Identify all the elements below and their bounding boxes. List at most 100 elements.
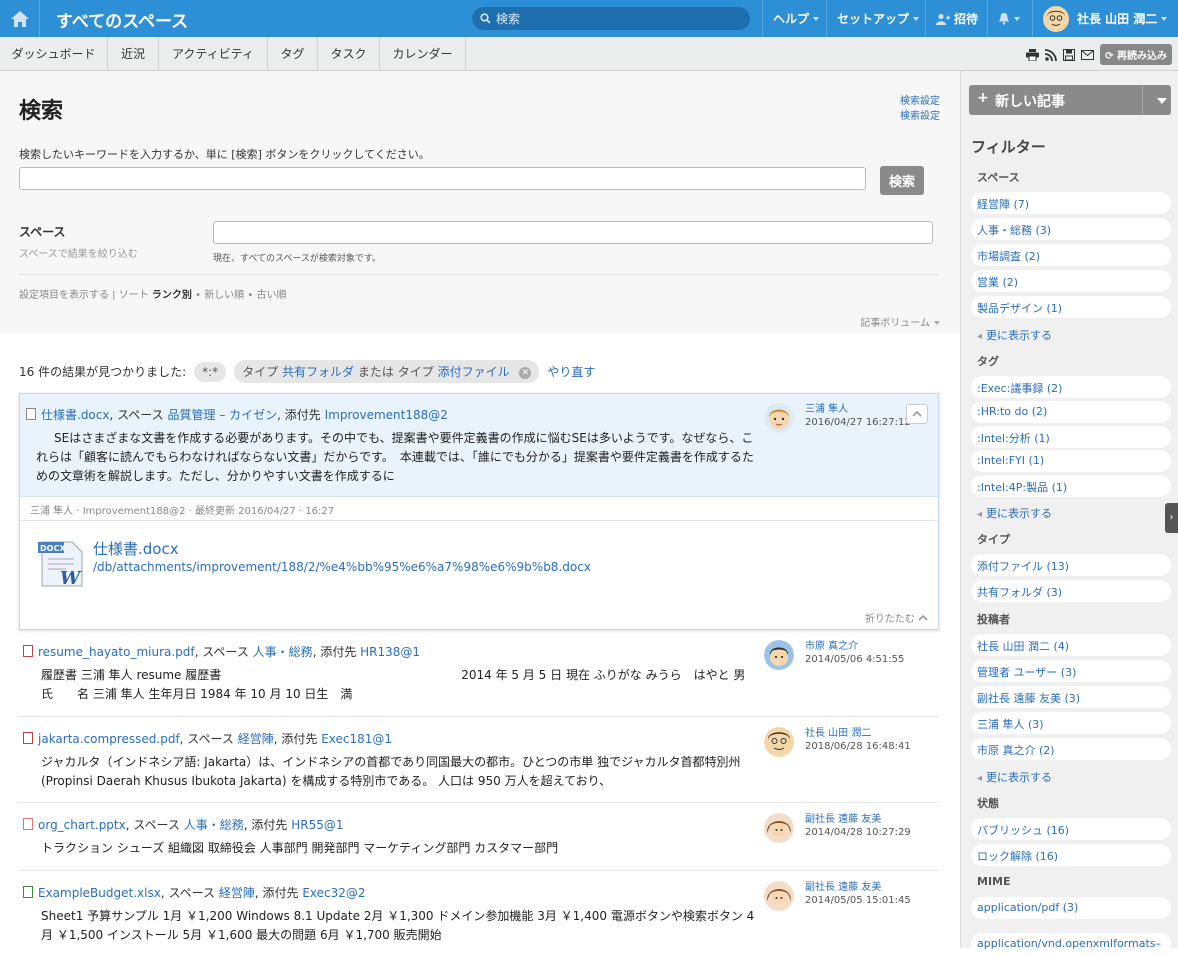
space-title[interactable]: すべてのスペース [56, 7, 188, 32]
close-icon[interactable]: ✕ [519, 366, 532, 379]
filter-item[interactable]: 添付ファイル (13) [971, 554, 1171, 576]
setup-label: セットアップ [837, 12, 910, 26]
filter-section-poster: 投稿者 [977, 613, 1010, 626]
author-link[interactable]: 三浦 隼人 [805, 404, 848, 415]
target-link[interactable]: HR138@1 [360, 645, 420, 659]
filter-item[interactable]: 共有フォルダ (3) [971, 580, 1171, 602]
new-post-button[interactable]: + 新しい記事 [969, 85, 1171, 115]
filter-item[interactable]: 三浦 隼人 (3) [971, 712, 1171, 734]
collapse-button[interactable] [906, 404, 928, 424]
mail-icon[interactable] [1081, 49, 1095, 60]
post-volume-toggle[interactable]: 記事ボリューム [860, 314, 940, 329]
tab-dashboard[interactable]: ダッシュボード [0, 37, 108, 70]
filter-item[interactable]: パブリッシュ (16) [971, 818, 1171, 840]
filter-item[interactable]: :HR:to do (2) [971, 401, 1171, 423]
show-more-link[interactable]: 更に表示する [977, 327, 1052, 343]
attachment-name-link[interactable]: 仕様書.docx [93, 538, 179, 559]
space-link[interactable]: 人事・総務 [253, 645, 313, 659]
filter-item[interactable]: application/pdf (3) [971, 897, 1171, 919]
filter-item[interactable]: ロック解除 (16) [971, 844, 1171, 866]
attachment-path-link[interactable]: /db/attachments/improvement/188/2/%e4%bb… [93, 560, 591, 574]
search-settings-link-2[interactable]: 検索設定 [900, 109, 940, 124]
filter-item[interactable]: :Exec:議事録 (2) [971, 376, 1171, 398]
filter-item[interactable]: 市原 真之介 (2) [971, 738, 1171, 760]
space-input[interactable] [213, 221, 933, 244]
space-link[interactable]: 経営陣 [219, 886, 255, 900]
target-link[interactable]: Exec181@1 [321, 732, 392, 746]
result-title: ExampleBudget.xlsx, スペース 経営陣, 添付先 Exec32… [23, 884, 366, 901]
tab-recent[interactable]: 近況 [108, 37, 159, 70]
global-search-input[interactable]: 検索 [472, 7, 750, 30]
space-link[interactable]: 人事・総務 [184, 818, 244, 832]
svg-text:W: W [60, 568, 82, 588]
author-link[interactable]: 副社長 遠藤 友美 [805, 882, 881, 893]
filter-item[interactable]: :Intel:FYI (1) [971, 450, 1171, 472]
snippet-line: (Propinsi Daerah Khusus Ibukota Jakarta)… [41, 774, 612, 788]
help-menu[interactable]: ヘルプ [762, 0, 829, 37]
chevron-up-icon [912, 410, 922, 417]
tab-calendar[interactable]: カレンダー [380, 37, 466, 70]
tab-tasks[interactable]: タスク [318, 37, 380, 70]
snippet-line: トラクション シューズ 組織図 取締役会 人事部門 開発部門 マーケティング部門… [41, 841, 559, 855]
redo-link[interactable]: やり直す [547, 363, 595, 380]
sub-nav: ダッシュボード 近況 アクティビティ タグ タスク カレンダー ⟳ 再読み込み [0, 37, 1178, 71]
user-menu[interactable]: 社長 山田 潤二 [1032, 0, 1178, 37]
sidebar-toggle-handle[interactable]: › [1165, 503, 1178, 533]
search-button[interactable]: 検索 [880, 166, 924, 195]
home-button[interactable] [0, 0, 40, 37]
filter-item[interactable]: application/vnd.openxmlformats– [971, 933, 1171, 955]
filter-item[interactable]: 管理者 ユーザー (3) [971, 660, 1171, 682]
author-link[interactable]: 副社長 遠藤 友美 [805, 814, 881, 825]
reload-button[interactable]: ⟳ 再読み込み [1100, 44, 1172, 65]
chip-link[interactable]: 共有フォルダ [282, 365, 354, 379]
author-link[interactable]: 市原 真之介 [805, 641, 858, 652]
notifications-menu[interactable] [987, 0, 1030, 37]
file-link[interactable]: jakarta.compressed.pdf [38, 732, 180, 746]
title-sep: , スペース [160, 886, 216, 900]
filter-item[interactable]: 副社長 遠藤 友美 (3) [971, 686, 1171, 708]
space-link[interactable]: 品質管理 – カイゼン [168, 408, 278, 422]
filter-item[interactable]: 市場調査 (2) [971, 244, 1171, 266]
sort-oldest[interactable]: 古い順 [256, 290, 286, 301]
file-link[interactable]: ExampleBudget.xlsx [38, 886, 161, 900]
filter-heading: フィルター [971, 138, 1046, 156]
target-link[interactable]: Improvement188@2 [325, 408, 448, 422]
author-link[interactable]: 社長 山田 潤二 [805, 728, 871, 739]
tab-tags[interactable]: タグ [268, 37, 318, 70]
chip-link[interactable]: 添付ファイル [438, 365, 510, 379]
search-settings-link[interactable]: 検索設定 [900, 94, 940, 109]
title-sep: , 添付先 [254, 886, 299, 900]
filter-item[interactable]: 人事・総務 (3) [971, 218, 1171, 240]
sort-rank[interactable]: ランク別 [152, 290, 192, 301]
filter-chip[interactable]: タイプ 共有フォルダ または タイプ 添付ファイル ✕ [234, 360, 540, 383]
title-sep: , 添付先 [273, 732, 318, 746]
file-link[interactable]: resume_hayato_miura.pdf [38, 645, 195, 659]
rss-icon[interactable] [1045, 48, 1058, 61]
show-more-link[interactable]: 更に表示する [977, 505, 1052, 521]
query-chip[interactable]: *:* [194, 361, 227, 382]
title-sep: , スペース [125, 818, 180, 832]
save-icon[interactable] [1063, 48, 1076, 61]
filter-item[interactable]: :Intel:4P:製品 (1) [971, 475, 1171, 497]
sort-newest[interactable]: 新しい順 [204, 290, 244, 301]
filter-item[interactable]: :Intel:分析 (1) [971, 426, 1171, 448]
invite-button[interactable]: 招待 [925, 0, 988, 37]
filter-item[interactable]: 製品デザイン (1) [971, 296, 1171, 318]
filter-item[interactable]: 社長 山田 潤二 (4) [971, 634, 1171, 656]
setup-menu[interactable]: セットアップ [826, 0, 929, 37]
file-link[interactable]: 仕様書.docx [41, 408, 109, 422]
target-link[interactable]: HR55@1 [291, 818, 343, 832]
chevron-down-icon[interactable] [1157, 98, 1167, 104]
show-more-link[interactable]: 更に表示する [977, 769, 1052, 785]
space-link[interactable]: 経営陣 [238, 732, 274, 746]
tab-activity[interactable]: アクティビティ [159, 37, 268, 70]
print-icon[interactable] [1026, 48, 1040, 61]
file-link[interactable]: org_chart.pptx [38, 818, 126, 832]
sort-prefix[interactable]: 設定項目を表示する | ソート [19, 290, 149, 301]
filter-item[interactable]: 経営陣 (7) [971, 192, 1171, 214]
keyword-input[interactable] [19, 167, 866, 190]
target-link[interactable]: Exec32@2 [302, 886, 365, 900]
filter-item[interactable]: 営業 (2) [971, 270, 1171, 292]
collapse-link[interactable]: 折りたたむ [865, 610, 928, 625]
search-settings-links: 検索設定 検索設定 [900, 94, 940, 124]
